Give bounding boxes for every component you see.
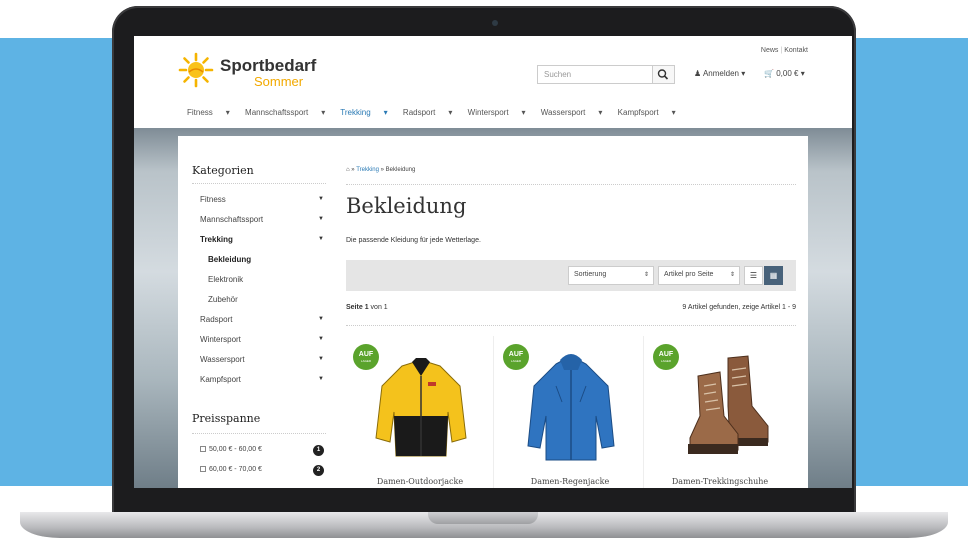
product-image-trekking-shoes[interactable]	[668, 346, 774, 466]
caret-down-icon: ▼	[318, 376, 324, 382]
category-item-wassersport[interactable]: Wassersport ▼	[200, 355, 324, 375]
price-range-option[interactable]: 60,00 € - 70,00 € 2	[200, 465, 324, 476]
page-content: Kategorien Fitness ▼ Mannschaftssport ▼ Tr…	[134, 36, 852, 488]
category-item-wintersport[interactable]: Wintersport ▼	[200, 335, 324, 355]
category-item-mannschaftssport[interactable]: Mannschaftssport ▼	[200, 215, 324, 235]
category-label: Wintersport	[200, 335, 241, 344]
page-word: Seite	[346, 304, 363, 311]
count-badge: 1	[313, 445, 324, 456]
per-page-select[interactable]: Artikel pro Seite ⇕	[658, 266, 740, 285]
category-label: Fitness	[200, 195, 226, 204]
product-image-outdoor-jacket[interactable]	[368, 346, 474, 466]
caret-down-icon: ▼	[318, 196, 324, 202]
badge-line1: AUF	[358, 351, 374, 358]
checkbox[interactable]	[200, 446, 206, 453]
product-card[interactable]: AUF LAGER Damen-Outdoorjacke	[346, 336, 494, 488]
category-item-bekleidung[interactable]: Bekleidung	[200, 255, 324, 275]
badge-line2: LAGER	[360, 359, 372, 363]
list-view-button[interactable]: ☰	[744, 266, 763, 285]
divider	[346, 184, 796, 185]
updown-icon: ⇕	[643, 272, 649, 278]
category-label: Wassersport	[200, 355, 245, 364]
price-range-option[interactable]: 50,00 € - 60,00 € 1	[200, 445, 324, 456]
page-title: Bekleidung	[346, 194, 467, 218]
caret-down-icon: ▼	[318, 236, 324, 242]
sidebar-title: Kategorien	[192, 164, 254, 177]
count-badge: 2	[313, 465, 324, 476]
badge-line1: AUF	[658, 351, 674, 358]
product-name[interactable]: Damen-Regenjacke	[496, 477, 644, 486]
listing-toolbar: Sortierung ⇕ Artikel pro Seite ⇕ ☰ ▦	[346, 260, 796, 291]
results-count: 9 Artikel gefunden, zeige Artikel 1 - 9	[682, 304, 796, 311]
per-page-label: Artikel pro Seite	[664, 271, 714, 278]
price-range-label: 50,00 € - 60,00 €	[209, 446, 262, 453]
category-label: Mannschaftssport	[200, 215, 264, 224]
page-info: Seite 1 von 1	[346, 304, 388, 311]
camera-icon	[492, 20, 498, 26]
divider	[346, 325, 796, 326]
category-label: Elektronik	[208, 275, 244, 284]
in-stock-badge: AUF LAGER	[503, 344, 529, 370]
category-label: Kampfsport	[200, 375, 241, 384]
breadcrumb-separator: »	[378, 167, 386, 173]
grid-icon: ▦	[769, 271, 778, 280]
badge-line2: LAGER	[660, 359, 672, 363]
divider	[192, 433, 326, 434]
caret-down-icon: ▼	[318, 336, 324, 342]
product-name[interactable]: Damen-Trekkingschuhe	[646, 477, 794, 486]
checkbox[interactable]	[200, 466, 206, 473]
product-name[interactable]: Damen-Outdoorjacke	[346, 477, 494, 486]
product-image-rain-jacket[interactable]	[518, 346, 624, 466]
category-item-zubehoer[interactable]: Zubehör	[200, 295, 324, 315]
breadcrumb: ⌂ » Trekking » Bekleidung	[346, 167, 415, 173]
list-icon: ☰	[749, 271, 758, 280]
category-item-elektronik[interactable]: Elektronik	[200, 275, 324, 295]
updown-icon: ⇕	[729, 272, 735, 278]
page-current: 1	[364, 304, 369, 311]
product-card[interactable]: AUF LAGER Damen-Trekkingschuhe	[646, 336, 794, 488]
caret-down-icon: ▼	[318, 316, 324, 322]
sort-select[interactable]: Sortierung ⇕	[568, 266, 654, 285]
category-label: Radsport	[200, 315, 233, 324]
page-description: Die passende Kleidung für jede Wetterlag…	[346, 237, 481, 244]
caret-down-icon: ▼	[318, 356, 324, 362]
category-item-radsport[interactable]: Radsport ▼	[200, 315, 324, 335]
divider	[192, 183, 326, 184]
in-stock-badge: AUF LAGER	[353, 344, 379, 370]
category-item-fitness[interactable]: Fitness ▼	[200, 195, 324, 215]
in-stock-badge: AUF LAGER	[653, 344, 679, 370]
price-range-label: 60,00 € - 70,00 €	[209, 466, 262, 473]
category-item-trekking[interactable]: Trekking ▼	[200, 235, 324, 255]
product-card[interactable]: AUF LAGER Damen-Regenjacke	[496, 336, 644, 488]
category-label: Bekleidung	[208, 255, 252, 264]
laptop-notch	[428, 512, 538, 524]
badge-line2: LAGER	[510, 359, 522, 363]
sort-label: Sortierung	[574, 271, 607, 278]
page-of: von 1	[370, 304, 388, 311]
caret-down-icon: ▼	[318, 216, 324, 222]
grid-view-button[interactable]: ▦	[764, 266, 783, 285]
breadcrumb-current: Bekleidung	[385, 167, 416, 173]
category-label: Zubehör	[208, 295, 238, 304]
category-label: Trekking	[200, 235, 233, 244]
category-item-kampfsport[interactable]: Kampfsport ▼	[200, 375, 324, 395]
category-list: Fitness ▼ Mannschaftssport ▼ Trekking ▼ Bek…	[200, 195, 324, 395]
breadcrumb-link[interactable]: Trekking	[356, 167, 379, 173]
price-filter-title: Preisspanne	[192, 412, 261, 425]
badge-line1: AUF	[508, 351, 524, 358]
